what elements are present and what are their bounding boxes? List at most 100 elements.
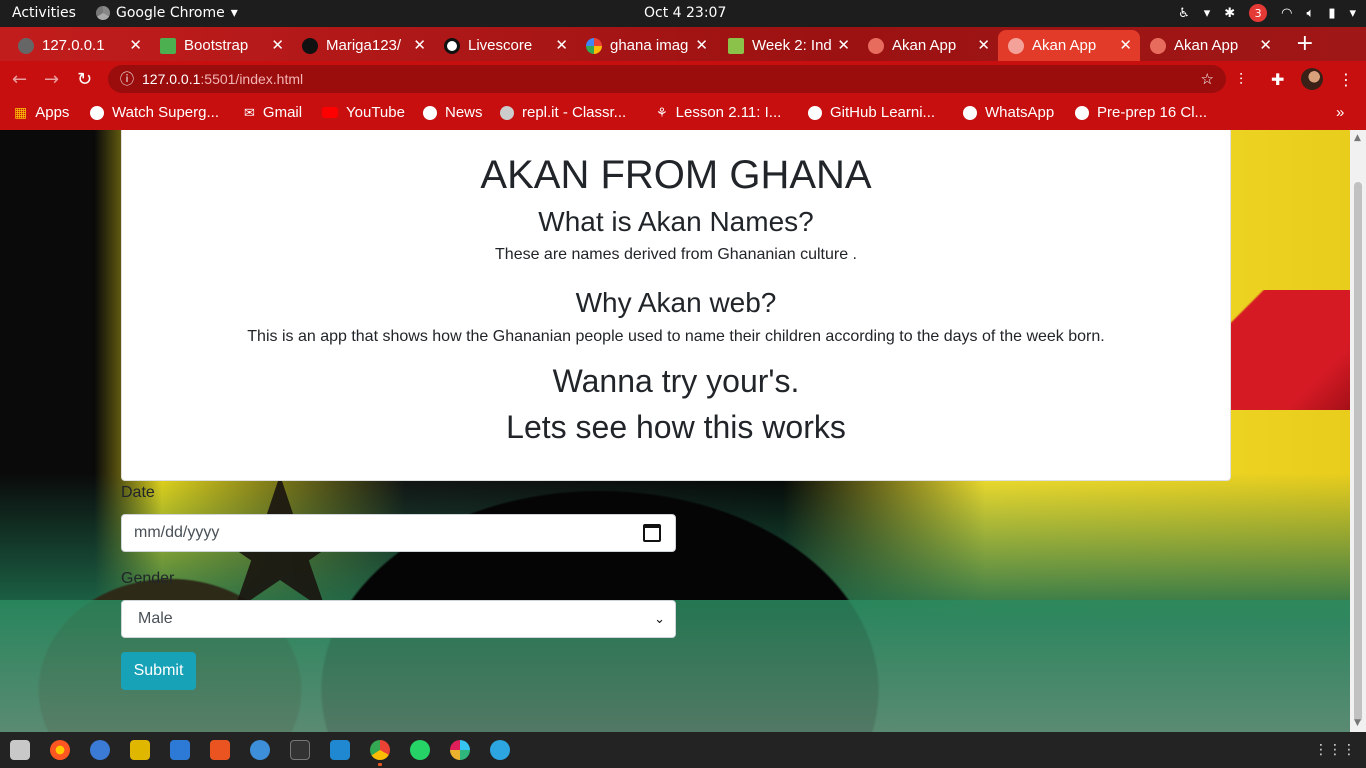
vertical-scrollbar[interactable]: ▲ ▼ xyxy=(1350,130,1366,732)
close-icon[interactable]: ✕ xyxy=(413,36,426,54)
globe-icon xyxy=(868,37,884,54)
volume-icon[interactable]: 🔈︎ xyxy=(1307,6,1315,21)
youtube-icon xyxy=(322,107,338,118)
slack-icon[interactable]: ✱ xyxy=(1224,6,1235,21)
profile-avatar[interactable] xyxy=(1301,68,1323,90)
taskbar: ⋮⋮⋮ xyxy=(0,732,1366,768)
bookmark-replit[interactable]: repl.it - Classr... xyxy=(500,104,626,121)
notification-badge[interactable]: 3 xyxy=(1249,4,1268,22)
close-icon[interactable]: ✕ xyxy=(555,36,568,54)
tab-5[interactable]: Week 2: Ind ✕ xyxy=(718,30,858,61)
telegram-icon[interactable] xyxy=(490,740,510,760)
date-input[interactable]: mm/dd/yyyy xyxy=(121,514,676,552)
paragraph-what-is: These are names derived from Ghananian c… xyxy=(495,246,857,263)
gender-select[interactable]: Male ⌄ xyxy=(121,600,676,638)
wifi-icon[interactable]: ◠ xyxy=(1281,6,1292,21)
tab-2[interactable]: Mariga123/ ✕ xyxy=(292,30,434,61)
vscode-icon[interactable] xyxy=(330,740,350,760)
tab-8[interactable]: Akan App ✕ xyxy=(1140,30,1280,61)
bookmarks-overflow-chevron-icon[interactable]: » xyxy=(1336,104,1344,121)
close-icon[interactable]: ✕ xyxy=(1259,36,1272,54)
slack-dock-icon[interactable] xyxy=(450,740,470,760)
tree-icon xyxy=(728,37,744,54)
globe-icon xyxy=(1075,105,1089,120)
rhythmbox-icon[interactable] xyxy=(130,740,150,760)
battery-icon[interactable]: ▮ xyxy=(1328,6,1335,21)
power-chevron-down-icon[interactable]: ▾ xyxy=(1349,6,1356,21)
bookmark-label: WhatsApp xyxy=(985,104,1055,121)
bookmark-watch-superg[interactable]: Watch Superg... xyxy=(90,104,219,121)
clock[interactable]: Oct 4 23:07 xyxy=(644,5,726,21)
bookmark-label: YouTube xyxy=(346,104,405,121)
bookmark-pre-prep[interactable]: Pre-prep 16 Cl... xyxy=(1075,104,1207,121)
writer-icon[interactable] xyxy=(170,740,190,760)
new-tab-button[interactable]: + xyxy=(1296,31,1314,56)
close-icon[interactable]: ✕ xyxy=(1119,36,1132,54)
close-icon[interactable]: ✕ xyxy=(837,36,850,54)
close-icon[interactable]: ✕ xyxy=(129,36,142,54)
show-applications-grid-icon[interactable]: ⋮⋮⋮ xyxy=(1314,742,1356,758)
close-icon[interactable]: ✕ xyxy=(695,36,708,54)
tab-7-active[interactable]: Akan App ✕ xyxy=(998,30,1140,61)
globe-icon xyxy=(1008,37,1024,54)
heading-why: Why Akan web? xyxy=(575,287,777,318)
gender-selected-value: Male xyxy=(138,610,173,627)
close-icon[interactable]: ✕ xyxy=(977,36,990,54)
calendar-icon[interactable] xyxy=(643,524,661,542)
firefox-icon[interactable] xyxy=(50,740,70,760)
bookmark-github-learning[interactable]: GitHub Learni... xyxy=(808,104,935,121)
close-icon[interactable]: ✕ xyxy=(271,36,284,54)
tab-title: Livescore xyxy=(468,37,533,54)
active-app-indicator xyxy=(378,763,382,766)
tab-3[interactable]: Livescore ✕ xyxy=(434,30,576,61)
bookmark-apps[interactable]: ▦ Apps xyxy=(14,104,69,121)
kebab-menu-icon[interactable]: ⋮ xyxy=(1338,70,1354,89)
help-icon[interactable] xyxy=(250,740,270,760)
page-title: AKAN FROM GHANA xyxy=(480,153,872,197)
tab-1[interactable]: Bootstrap ✕ xyxy=(150,30,292,61)
w3schools-icon xyxy=(160,37,176,54)
accessibility-icon[interactable]: ♿ xyxy=(1178,6,1190,21)
bookmark-gmail[interactable]: ✉ Gmail xyxy=(244,104,302,121)
thunderbird-icon[interactable] xyxy=(90,740,110,760)
chevron-down-icon: ▾ xyxy=(230,5,238,21)
tab-6[interactable]: Akan App ✕ xyxy=(858,30,998,61)
tab-4[interactable]: ghana imag ✕ xyxy=(576,30,716,61)
bookmark-youtube[interactable]: YouTube xyxy=(322,104,405,121)
back-arrow-icon[interactable]: ← xyxy=(12,69,27,90)
bookmark-whatsapp[interactable]: WhatsApp xyxy=(963,104,1054,121)
bookmark-label: repl.it - Classr... xyxy=(522,104,627,121)
bookmarks-bar: ▦ Apps Watch Superg... ✉ Gmail YouTube New… xyxy=(0,97,1366,130)
tab-title: Mariga123/ xyxy=(326,37,402,54)
scroll-up-arrow-icon[interactable]: ▲ xyxy=(1354,133,1361,143)
scrollbar-thumb[interactable] xyxy=(1354,182,1362,722)
scroll-down-arrow-icon[interactable]: ▼ xyxy=(1354,718,1361,728)
files-icon[interactable] xyxy=(10,740,30,760)
info-icon[interactable]: ⓘ xyxy=(120,69,134,89)
chrome-dock-icon[interactable] xyxy=(370,740,390,760)
bookmark-label: Gmail xyxy=(262,104,303,121)
extensions-puzzle-icon[interactable]: ✚ xyxy=(1271,70,1284,89)
activities-button[interactable]: Activities xyxy=(12,5,76,21)
bookmark-label: Lesson 2.11: I... xyxy=(675,104,782,121)
whatsapp-icon[interactable] xyxy=(410,740,430,760)
software-center-icon[interactable] xyxy=(210,740,230,760)
globe-icon xyxy=(90,105,104,120)
reload-icon[interactable]: ↻ xyxy=(77,69,92,90)
app-menu[interactable]: Google Chrome ▾ xyxy=(96,5,238,21)
bookmark-label: News xyxy=(445,104,483,121)
extension-audio-icon[interactable]: ⫶ xyxy=(1239,70,1243,90)
submit-button[interactable]: Submit xyxy=(121,652,196,690)
bookmark-lesson[interactable]: ⚘ Lesson 2.11: I... xyxy=(656,104,781,121)
url-path: :5501/index.html xyxy=(200,71,304,87)
github-icon xyxy=(302,37,318,54)
tray-chevron-down-icon[interactable]: ▾ xyxy=(1204,6,1211,21)
terminal-icon[interactable] xyxy=(290,740,310,760)
bookmark-star-icon[interactable]: ☆ xyxy=(1201,70,1214,88)
bookmark-news[interactable]: News xyxy=(423,104,483,121)
address-bar[interactable]: ⓘ 127.0.0.1:5501/index.html ☆ xyxy=(108,65,1226,93)
globe-icon xyxy=(808,105,822,120)
tab-0[interactable]: 127.0.0.1 ✕ xyxy=(8,30,150,61)
tab-title: 127.0.0.1 xyxy=(42,37,105,54)
forward-arrow-icon[interactable]: → xyxy=(44,69,59,90)
